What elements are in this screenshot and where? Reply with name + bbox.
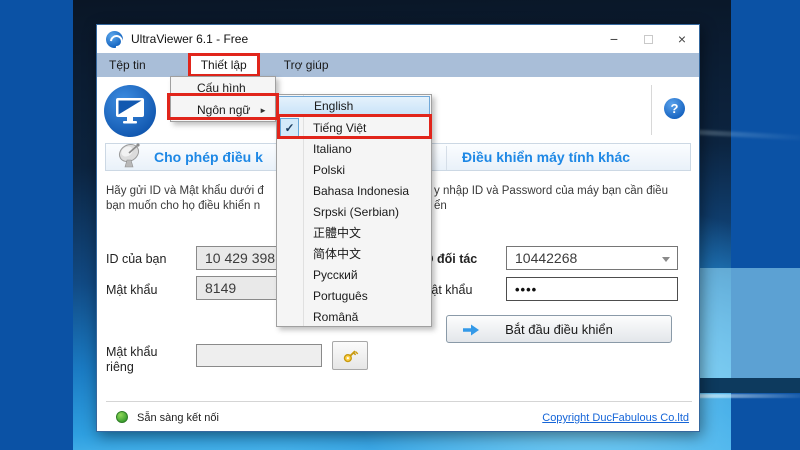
maximize-button[interactable]: [631, 25, 665, 53]
statusbar-divider: [106, 401, 692, 402]
remote-description: y nhập ID và Password của máy bạn cần đi…: [434, 184, 668, 214]
language-item-tieng-viet-label: Tiếng Việt: [313, 120, 367, 135]
start-control-button[interactable]: Bắt đầu điều khiển: [446, 315, 672, 343]
section-divider: [446, 146, 447, 170]
menu-settings[interactable]: Thiết lập: [187, 53, 260, 77]
monitor-icon: [104, 85, 156, 137]
monitor-glyph: [116, 98, 144, 124]
private-password-label-line1: Mật khẩu: [106, 345, 158, 359]
arrow-right-icon: [463, 324, 479, 339]
language-item-tieng-viet[interactable]: ✓ Tiếng Việt: [277, 117, 431, 138]
toolbar-divider: [651, 85, 652, 135]
local-description-line1: Hãy gửi ID và Mật khẩu dưới đ: [106, 185, 264, 197]
partner-password-value: ••••: [515, 281, 538, 297]
window-controls: − ×: [597, 25, 699, 53]
menu-item-language-label: Ngôn ngữ: [197, 103, 251, 117]
your-id-value: 10 429 398: [205, 250, 276, 266]
private-password-label-line2: riêng: [106, 360, 134, 374]
title-bar[interactable]: UltraViewer 6.1 - Free − ×: [97, 25, 699, 53]
screenshot-stage: UltraViewer 6.1 - Free − × Tệp tin Thiết…: [0, 0, 800, 450]
help-icon[interactable]: ?: [664, 98, 685, 119]
close-button[interactable]: ×: [665, 25, 699, 53]
menu-bar: Tệp tin Thiết lập Trợ giúp: [97, 53, 699, 77]
start-control-label: Bắt đầu điều khiển: [505, 321, 613, 337]
local-description: Hãy gửi ID và Mật khẩu dưới đ bạn muốn c…: [106, 184, 264, 214]
your-password-label: Mật khẩu: [106, 283, 158, 297]
submenu-arrow-icon: ►: [259, 105, 267, 115]
private-password-label: Mật khẩu riêng: [106, 345, 157, 375]
language-item-portugues[interactable]: Português: [277, 285, 431, 306]
menu-file[interactable]: Tệp tin: [97, 54, 158, 76]
remote-description-line1: y nhập ID và Password của máy bạn cần đi…: [434, 185, 668, 197]
your-password-value: 8149: [205, 280, 237, 296]
private-password-field[interactable]: [196, 344, 322, 367]
language-item-polski[interactable]: Polski: [277, 159, 431, 180]
language-item-romana[interactable]: Română: [277, 306, 431, 327]
remote-description-line2: ển: [434, 200, 447, 212]
status-text: Sẵn sàng kết nối: [137, 412, 219, 424]
language-item-traditional-chinese[interactable]: 正體中文: [277, 222, 431, 243]
local-description-line2: bạn muốn cho họ điều khiển n: [106, 200, 261, 212]
language-item-srpski[interactable]: Srpski (Serbian): [277, 201, 431, 222]
status-online-icon: [116, 411, 128, 423]
app-logo-icon: [106, 30, 123, 48]
partner-id-value: 10442268: [515, 250, 578, 266]
copyright-link[interactable]: Copyright DucFabulous Co.ltd: [542, 412, 689, 424]
minimize-button[interactable]: −: [597, 25, 631, 53]
language-submenu: English ✓ Tiếng Việt Italiano Polski Bah…: [276, 94, 432, 327]
chevron-down-icon[interactable]: [662, 257, 670, 262]
remote-panel-header: Điều khiển máy tính khác: [462, 149, 631, 165]
settings-menu: Cấu hình Ngôn ngữ ►: [170, 76, 276, 122]
menu-help[interactable]: Trợ giúp: [272, 54, 341, 76]
partner-id-combo[interactable]: 10442268: [506, 246, 678, 270]
menu-item-config[interactable]: Cấu hình: [171, 77, 275, 99]
window-title: UltraViewer 6.1 - Free: [131, 32, 249, 46]
menu-item-language[interactable]: Ngôn ngữ ►: [171, 99, 275, 121]
language-item-russian[interactable]: Русский: [277, 264, 431, 285]
key-button[interactable]: [332, 341, 368, 370]
your-id-label: ID của bạn: [106, 252, 167, 266]
language-item-english[interactable]: English: [278, 96, 430, 116]
check-icon: ✓: [280, 118, 299, 137]
language-item-bahasa[interactable]: Bahasa Indonesia: [277, 180, 431, 201]
key-icon: [343, 349, 359, 362]
local-panel-header: Cho phép điều k: [154, 149, 263, 165]
language-item-italiano[interactable]: Italiano: [277, 138, 431, 159]
partner-password-field[interactable]: ••••: [506, 277, 678, 301]
satellite-dish-icon: [114, 140, 148, 179]
maximize-icon: [643, 34, 653, 44]
language-item-simplified-chinese[interactable]: 简体中文: [277, 243, 431, 264]
